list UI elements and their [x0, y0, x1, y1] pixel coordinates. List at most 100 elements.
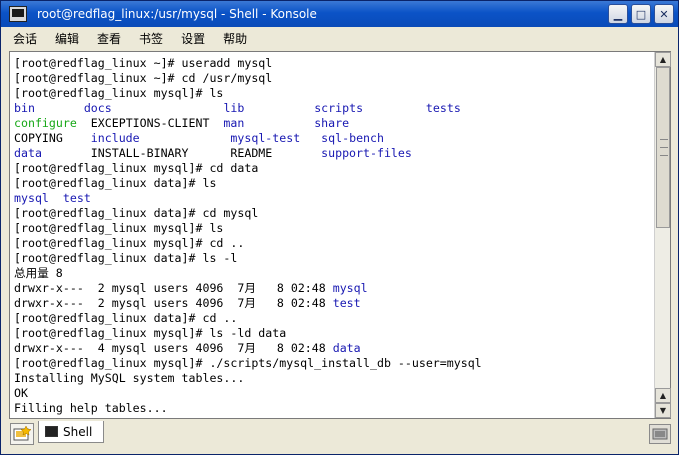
terminal-text: drwxr-x--- 2 mysql users 4096 7月 8 02:48: [14, 296, 333, 310]
thumb-grip-line: [660, 147, 668, 149]
minimize-button[interactable]: ▁: [608, 4, 628, 24]
terminal-text: [root@redflag_linux data]# ls: [14, 176, 217, 190]
close-session-icon: [652, 428, 668, 440]
terminal-text: drwxr-x--- 2 mysql users 4096 7月 8 02:48: [14, 281, 333, 295]
terminal-line: [root@redflag_linux ~]# useradd mysql: [14, 56, 654, 71]
terminal-text: [root@redflag_linux ~]# useradd mysql: [14, 56, 273, 70]
terminal-text: [root@redflag_linux mysql]# cd data: [14, 161, 259, 175]
terminal-text: drwxr-x--- 4 mysql users 4096 7月 8 02:48: [14, 341, 333, 355]
menu-bookmarks[interactable]: 书签: [137, 29, 165, 48]
terminal-text: Installing MySQL system tables...: [14, 371, 245, 385]
terminal-text: mysql: [14, 191, 49, 205]
terminal-frame: [root@redflag_linux ~]# useradd mysql [ro…: [9, 51, 671, 419]
terminal-line: drwxr-x--- 2 mysql users 4096 7月 8 02:48…: [14, 296, 654, 311]
terminal-text: [root@redflag_linux mysql]# ls -ld data: [14, 326, 287, 340]
close-session-button[interactable]: [649, 424, 671, 444]
terminal-line: [root@redflag_linux mysql]# cd data: [14, 161, 654, 176]
terminal-icon: [45, 426, 58, 437]
terminal-text: 总用量 8: [14, 266, 63, 280]
tab-shell[interactable]: Shell: [38, 421, 104, 443]
terminal-text: support-files: [321, 146, 412, 160]
terminal-text: scripts: [314, 101, 364, 115]
terminal-text: test: [332, 296, 361, 310]
terminal-text: test: [62, 191, 91, 205]
terminal-line: drwxr-x--- 4 mysql users 4096 7月 8 02:48…: [14, 341, 654, 356]
terminal-line: [root@redflag_linux mysql]# cd ..: [14, 236, 654, 251]
terminal-text: tests: [425, 101, 461, 115]
terminal-line: [root@redflag_linux data]# ls: [14, 176, 654, 191]
new-session-icon: [13, 426, 31, 441]
terminal-line: [root@redflag_linux data]# cd mysql: [14, 206, 654, 221]
terminal-line: OK: [14, 386, 654, 401]
terminal-text: configure: [14, 116, 77, 130]
scroll-thumb[interactable]: [656, 67, 670, 228]
terminal-text: data: [332, 341, 361, 355]
terminal-text: EXCEPTIONS-CLIENT: [76, 116, 224, 130]
tab-label: Shell: [63, 424, 93, 439]
terminal-text: share: [314, 116, 350, 130]
thumb-grip-line: [660, 155, 668, 157]
scroll-up-button-lower[interactable]: ▲: [655, 388, 671, 403]
terminal-line: data INSTALL-BINARY README support-files: [14, 146, 654, 161]
menu-session[interactable]: 会话: [11, 29, 39, 48]
menu-settings[interactable]: 设置: [179, 29, 207, 48]
terminal-text: mysql-test: [230, 131, 301, 145]
scroll-up-button[interactable]: ▲: [655, 52, 671, 67]
window-controls: ▁ □ ✕: [608, 4, 674, 24]
terminal-text: [root@redflag_linux mysql]# ls: [14, 221, 224, 235]
terminal-line: [root@redflag_linux data]# ls -l: [14, 251, 654, 266]
tab-bar: Shell: [1, 421, 678, 454]
terminal-text: [root@redflag_linux mysql]# ls: [14, 86, 224, 100]
terminal-text: [root@redflag_linux mysql]# cd ..: [14, 236, 245, 250]
terminal-text: OK: [14, 386, 28, 400]
scroll-down-button[interactable]: ▼: [655, 403, 671, 418]
close-button[interactable]: ✕: [654, 4, 674, 24]
terminal-text: [root@redflag_linux ~]# cd /usr/mysql: [14, 71, 273, 85]
terminal-text: [root@redflag_linux data]# ls -l: [14, 251, 238, 265]
terminal-line: mysql test: [14, 191, 654, 206]
terminal-text: [root@redflag_linux data]# cd mysql: [14, 206, 259, 220]
vertical-scrollbar[interactable]: ▲ ▲ ▼: [654, 52, 671, 418]
terminal-text: data: [14, 146, 42, 160]
menu-bar: 会话 编辑 查看 书签 设置 帮助: [1, 27, 678, 49]
konsole-app-icon[interactable]: [9, 6, 27, 22]
title-bar[interactable]: root@redflag_linux:/usr/mysql - Shell - …: [1, 1, 678, 27]
terminal-text: lib: [223, 101, 245, 115]
new-session-button[interactable]: [10, 423, 34, 445]
terminal-text: sql-bench: [321, 131, 384, 145]
terminal-text: man: [223, 116, 245, 130]
maximize-button[interactable]: □: [631, 4, 651, 24]
terminal-line: drwxr-x--- 2 mysql users 4096 7月 8 02:48…: [14, 281, 654, 296]
terminal-line: [root@redflag_linux data]# cd ..: [14, 311, 654, 326]
terminal-text: docs: [83, 101, 112, 115]
terminal-line: COPYING include mysql-test sql-bench: [14, 131, 654, 146]
thumb-grip-line: [660, 139, 668, 141]
terminal-line: Installing MySQL system tables...: [14, 371, 654, 386]
terminal-line: [root@redflag_linux mysql]# ls: [14, 221, 654, 236]
menu-edit[interactable]: 编辑: [53, 29, 81, 48]
konsole-window: root@redflag_linux:/usr/mysql - Shell - …: [0, 0, 679, 455]
terminal-text: include: [90, 131, 140, 145]
terminal-text: [root@redflag_linux mysql]# ./scripts/my…: [14, 356, 482, 370]
terminal-line: [root@redflag_linux mysql]# ls: [14, 86, 654, 101]
menu-help[interactable]: 帮助: [221, 29, 249, 48]
terminal-line: [root@redflag_linux ~]# cd /usr/mysql: [14, 71, 654, 86]
window-title: root@redflag_linux:/usr/mysql - Shell - …: [37, 7, 317, 21]
terminal-text: COPYING: [14, 131, 91, 145]
terminal-line: configure EXCEPTIONS-CLIENT man share: [14, 116, 654, 131]
terminal-text: [root@redflag_linux data]# cd ..: [14, 311, 238, 325]
menu-view[interactable]: 查看: [95, 29, 123, 48]
terminal-line: [root@redflag_linux mysql]# ls -ld data: [14, 326, 654, 341]
terminal-text: mysql: [332, 281, 368, 295]
terminal-text: Filling help tables...: [14, 401, 168, 415]
terminal-text: bin: [14, 101, 35, 115]
terminal-output[interactable]: [root@redflag_linux ~]# useradd mysql [ro…: [10, 52, 654, 418]
terminal-text: INSTALL-BINARY README: [41, 146, 322, 160]
